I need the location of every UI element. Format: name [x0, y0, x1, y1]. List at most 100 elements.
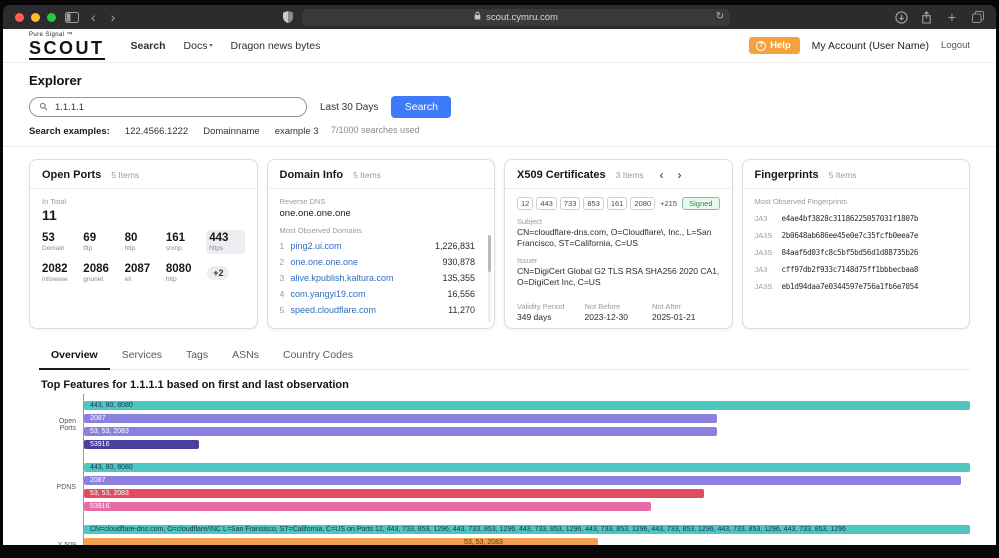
- chart-bar: 443, 80, 8080: [84, 401, 970, 410]
- example-query-3[interactable]: example 3: [275, 126, 319, 137]
- domain-row: 4 com.yangyi19.com 16,556: [279, 289, 476, 299]
- zoom-window-button[interactable]: [47, 12, 56, 22]
- cert-port-badge: 443: [536, 197, 557, 210]
- chart-bar-label: 443, 80, 8080: [90, 402, 133, 409]
- cert-ports-row: 12 443 733 853 161 2080 +215 Signed: [517, 197, 720, 210]
- chart-bar: 53916: [84, 440, 200, 449]
- port-cell: 161 snmp: [165, 232, 186, 252]
- port-cell: 2086 gnunet: [83, 263, 109, 283]
- chart-bar-label: 53916: [90, 503, 110, 510]
- my-account-menu[interactable]: My Account (User Name): [812, 40, 929, 52]
- chart-bar-label: CN=cloudflare-dns.com, O=cloudflare/INC …: [90, 526, 846, 533]
- chart-bar-label: 53, 53, 2083: [90, 490, 129, 497]
- scout-logo[interactable]: Pure Signal ™ SCOUT: [29, 32, 105, 60]
- not-after-label: Not After: [652, 302, 682, 312]
- search-icon: [39, 98, 48, 116]
- prev-certificate-button[interactable]: ‹: [660, 169, 664, 181]
- page-title: Explorer: [29, 73, 82, 88]
- signed-badge: Signed: [682, 197, 720, 210]
- question-icon: ?: [756, 40, 767, 51]
- header-right: ? Help My Account (User Name) Logout: [749, 37, 970, 54]
- searches-used-counter: 7/1000 searches used: [331, 125, 420, 135]
- x509-certificates-card: X509 Certificates 3 Items ‹ › 12 443 733…: [504, 159, 733, 329]
- chevron-down-icon: ▾: [209, 43, 213, 49]
- issuer-value: CN=DigiCert Global G2 TLS RSA SHA256 202…: [517, 266, 720, 288]
- chart-category-label: X.509: [57, 541, 76, 546]
- search-sub-row: Search examples: 122.4566.1222 Domainnam…: [29, 125, 970, 138]
- fingerprint-row: JA3 cff97db2f933c7148d75ff1bbbecbaa8: [754, 265, 919, 274]
- privacy-shield-icon[interactable]: [283, 11, 294, 23]
- downloads-icon[interactable]: [895, 10, 908, 24]
- page-viewport: Pure Signal ™ SCOUT Search Docs ▾ Dragon…: [3, 29, 996, 545]
- domain-link[interactable]: ping2.ui.com: [291, 241, 342, 251]
- cert-port-badge: 853: [583, 197, 604, 210]
- domain-link[interactable]: one.one.one.one: [291, 257, 359, 267]
- share-icon[interactable]: [921, 10, 932, 24]
- minimize-window-button[interactable]: [31, 12, 40, 22]
- chart-group: X.509 CN=cloudflare-dns.com, O=cloudflare…: [41, 518, 970, 545]
- search-button[interactable]: Search: [391, 96, 452, 118]
- logout-link[interactable]: Logout: [941, 40, 970, 51]
- list-scrollbar: [488, 235, 491, 322]
- carousel-controls: ‹ ›: [660, 169, 682, 181]
- example-query-1[interactable]: 122.4566.1222: [125, 126, 188, 137]
- url-text: scout.cymru.com: [486, 11, 558, 23]
- nav-docs[interactable]: Docs ▾: [184, 40, 213, 52]
- sidebar-toggle-icon[interactable]: [65, 11, 79, 23]
- tab-asns[interactable]: ASNs: [220, 343, 271, 369]
- help-button[interactable]: ? Help: [749, 37, 800, 54]
- domain-link[interactable]: speed.cloudflare.com: [291, 305, 377, 315]
- browser-titlebar: ‹ › scout.cymru.com ↻ +: [3, 5, 996, 29]
- close-window-button[interactable]: [15, 12, 24, 22]
- domain-link[interactable]: alive.kpublish.kaltura.com: [291, 273, 394, 283]
- card-title: Fingerprints: [754, 169, 819, 181]
- domain-link[interactable]: com.yangyi19.com: [291, 289, 366, 299]
- tab-country-codes[interactable]: Country Codes: [271, 343, 365, 369]
- refresh-icon[interactable]: ↻: [716, 12, 724, 22]
- example-query-2[interactable]: Domainname: [203, 126, 260, 137]
- nav-search[interactable]: Search: [131, 40, 166, 52]
- chart-group: Open Ports 443, 80, 8080 2087 53, 53, 2083 5…: [41, 394, 970, 456]
- lock-icon: [474, 11, 481, 23]
- main-nav: Search Docs ▾ Dragon news bytes: [131, 40, 321, 52]
- next-certificate-button[interactable]: ›: [678, 169, 682, 181]
- chart: Open Ports 443, 80, 8080 2087 53, 53, 2083 5…: [41, 394, 970, 545]
- card-items-count: 5 Items: [828, 170, 857, 180]
- tab-tags[interactable]: Tags: [174, 343, 220, 369]
- summary-cards: Open Ports 5 Items In Total 11 53 Domain…: [29, 159, 970, 329]
- chart-heading: Top Features for 1.1.1.1 based on first …: [41, 379, 349, 391]
- card-title: X509 Certificates: [517, 169, 606, 181]
- nav-dragon-news-bytes[interactable]: Dragon news bytes: [230, 40, 320, 52]
- site-header: Pure Signal ™ SCOUT Search Docs ▾ Dragon…: [3, 29, 996, 63]
- issuer-label: Issuer: [517, 256, 538, 266]
- chart-bar-label: 53, 53, 2083: [463, 539, 503, 545]
- subject-value: CN=cloudflare-dns.com, O=Cloudflare\, In…: [517, 227, 712, 249]
- date-range-dropdown[interactable]: Last 30 Days: [320, 102, 378, 113]
- validity-period-label: Validity Period: [517, 302, 565, 312]
- search-input[interactable]: [55, 101, 297, 113]
- subject-label: Subject: [517, 217, 543, 226]
- reverse-dns-value: one.one.one.one: [279, 208, 351, 219]
- fingerprint-row: JA3S eb1d94daa7e0344597e756a1fb6e7054: [754, 282, 919, 291]
- card-items-count: 5 Items: [111, 170, 140, 180]
- tab-services[interactable]: Services: [110, 343, 174, 369]
- new-tab-icon[interactable]: +: [945, 10, 959, 24]
- observed-domains-label: Most Observed Domains: [279, 226, 363, 235]
- chart-bar: 2087: [84, 414, 718, 423]
- tab-overview-icon[interactable]: [972, 11, 984, 23]
- chart-bar-label: 2087: [90, 415, 106, 422]
- open-ports-card: Open Ports 5 Items In Total 11 53 Domain…: [29, 159, 258, 329]
- scrollbar-thumb[interactable]: [488, 235, 491, 272]
- tab-overview[interactable]: Overview: [39, 343, 110, 370]
- forward-button[interactable]: ›: [108, 10, 119, 24]
- not-before-value: 2023-12-30: [584, 312, 628, 323]
- more-ports-chip[interactable]: +2: [207, 266, 230, 280]
- validity-period-value: 349 days: [517, 312, 552, 323]
- more-cert-ports[interactable]: +215: [660, 199, 677, 208]
- back-button[interactable]: ‹: [88, 10, 99, 24]
- address-bar[interactable]: scout.cymru.com ↻: [302, 8, 731, 26]
- window-controls: [15, 12, 56, 22]
- card-items-count: 3 Items: [615, 170, 644, 180]
- fingerprints-card: Fingerprints 5 Items Most Observed Finge…: [741, 159, 970, 329]
- card-title: Domain Info: [279, 169, 344, 181]
